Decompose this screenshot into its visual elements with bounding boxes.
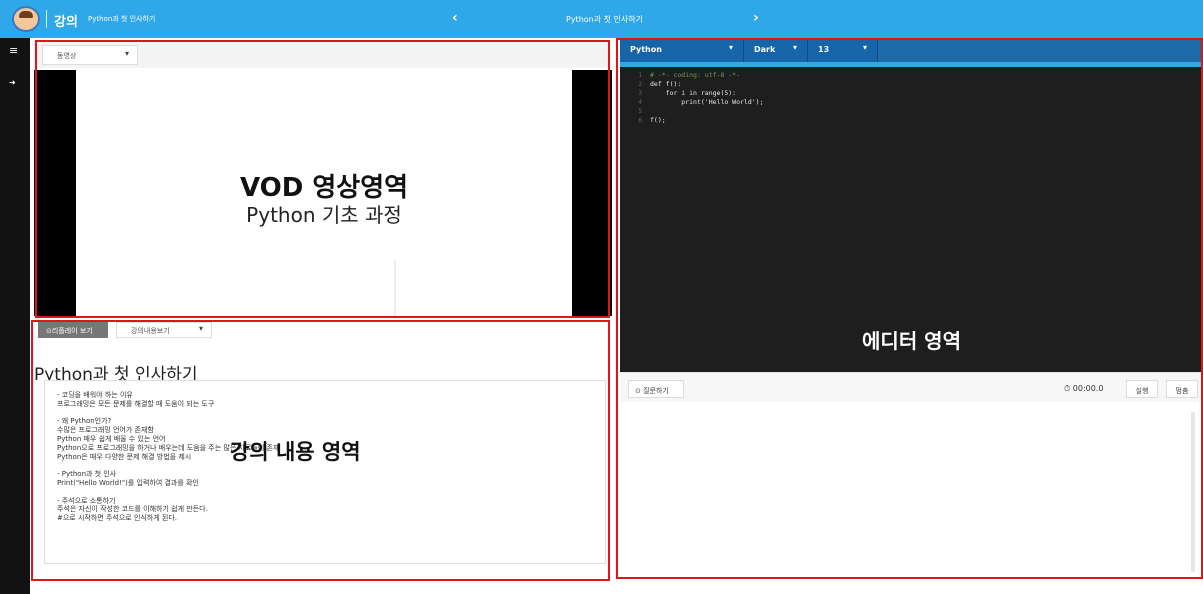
- lecture-line: - 코딩을 배워야 하는 이유: [57, 391, 133, 399]
- caret-down-icon: ▾: [198, 324, 203, 333]
- code-line: def f():: [650, 80, 682, 88]
- exit-icon[interactable]: ➜: [9, 78, 16, 87]
- editor-toolbar: Python ▾ Dark ▾ 13 ▾: [620, 38, 1203, 67]
- font-size-select[interactable]: 13 ▾: [808, 38, 878, 62]
- page-title: Python과 첫 인사하기: [566, 15, 643, 24]
- code-line: # -*- coding: utf-8 -*-: [650, 71, 741, 79]
- course-title: Python과 첫 인사하기: [88, 15, 156, 23]
- line-number: 4: [638, 99, 642, 106]
- code-line: print('Hello World');: [650, 98, 764, 106]
- lecture-line: 프로그래밍은 모든 문제를 해결할 때 도움이 되는 도구: [57, 399, 215, 408]
- lecture-select[interactable]: 강의내용보기 ▾: [116, 322, 212, 338]
- scrollbar[interactable]: [1191, 412, 1195, 572]
- right-panel: Python ▾ Dark ▾ 13 ▾ 1 2 3 4 5 6 # -*- coding…: [620, 38, 1203, 594]
- run-button[interactable]: 실행: [1126, 380, 1158, 398]
- language-value: Python: [630, 45, 662, 54]
- top-bar: 강의 Python과 첫 인사하기 ‹ Python과 첫 인사하기 ›: [0, 0, 1203, 38]
- lecture-line: 수많은 프로그래밍 언어가 존재함: [57, 426, 154, 435]
- code-line: for i in range(5):: [650, 89, 737, 97]
- line-number: 3: [638, 90, 642, 97]
- vod-toolbar: 동영상 ▾: [34, 40, 608, 68]
- line-number: 5: [638, 108, 642, 115]
- caret-down-icon: ▾: [728, 43, 733, 52]
- ask-question-button[interactable]: ⊙ 질문하기: [628, 380, 684, 398]
- caret-down-icon: ▾: [792, 43, 797, 52]
- lecture-line: [57, 409, 605, 418]
- theme-select[interactable]: Dark ▾: [744, 38, 808, 62]
- logo: [12, 6, 40, 32]
- lecture-line: - 왜 Python인가?: [57, 417, 112, 426]
- line-number: 1: [638, 72, 642, 79]
- code-editor[interactable]: 1 2 3 4 5 6 # -*- coding: utf-8 -*- def f(): f…: [620, 67, 1203, 372]
- editor-area-label: 에디터 영역: [862, 329, 961, 353]
- sidebar: ≡ ➜: [0, 38, 30, 594]
- vod-select[interactable]: 동영상 ▾: [42, 45, 138, 65]
- line-number: 6: [638, 117, 642, 124]
- replay-button[interactable]: ⊙리플레이 보기: [38, 322, 108, 338]
- timer: ⏱ 00:00.0: [1064, 384, 1104, 393]
- divider: [46, 10, 47, 28]
- chevron-right-icon[interactable]: ›: [753, 10, 759, 26]
- lecture-line: Print("Hello World!")를 입력하여 결과를 확인: [57, 478, 199, 487]
- output-panel: [620, 402, 1203, 578]
- lecture-area-label: 강의 내용 영역: [230, 440, 361, 464]
- lecture-line: [57, 488, 605, 497]
- stop-button[interactable]: 멈춤: [1166, 380, 1198, 398]
- video-player[interactable]: VOD 영상영역 Python 기초 과정: [34, 70, 612, 316]
- vod-subtitle: Python 기초 과정: [246, 203, 402, 227]
- language-select[interactable]: Python ▾: [620, 38, 744, 62]
- caret-down-icon: ▾: [124, 49, 129, 58]
- hamburger-menu-icon[interactable]: ≡: [9, 44, 18, 57]
- video-screen: VOD 영상영역 Python 기초 과정: [76, 70, 572, 316]
- line-number: 2: [638, 81, 642, 88]
- brand-title: 강의: [54, 15, 78, 30]
- vod-select-value: 동영상: [57, 52, 77, 60]
- lecture-select-value: 강의내용보기: [131, 327, 170, 335]
- code-content[interactable]: # -*- coding: utf-8 -*- def f(): for i in…: [650, 71, 764, 125]
- code-line: f();: [650, 116, 666, 124]
- action-bar: ⊙ 질문하기 ⏱ 00:00.0 실행 멈춤: [620, 372, 1203, 402]
- video-divider: [394, 260, 396, 316]
- lecture-content: - 코딩을 배워야 하는 이유 프로그래밍은 모든 문제를 해결할 때 도움이 되…: [44, 380, 606, 564]
- lecture-line: #으로 시작하면 주석으로 인식하게 된다.: [57, 514, 178, 523]
- theme-value: Dark: [754, 45, 776, 54]
- line-numbers: 1 2 3 4 5 6: [620, 71, 646, 125]
- lecture-line: - Python과 첫 인사: [57, 470, 117, 479]
- chevron-left-icon[interactable]: ‹: [452, 10, 458, 26]
- left-panel: 동영상 ▾ VOD 영상영역 Python 기초 과정 ⊙리플레이 보기 강의내…: [30, 38, 620, 594]
- font-size-value: 13: [818, 45, 830, 54]
- caret-down-icon: ▾: [862, 43, 867, 52]
- lecture-line: 주석은 자신이 작성한 코드를 이해하기 쉽게 만든다.: [57, 505, 208, 514]
